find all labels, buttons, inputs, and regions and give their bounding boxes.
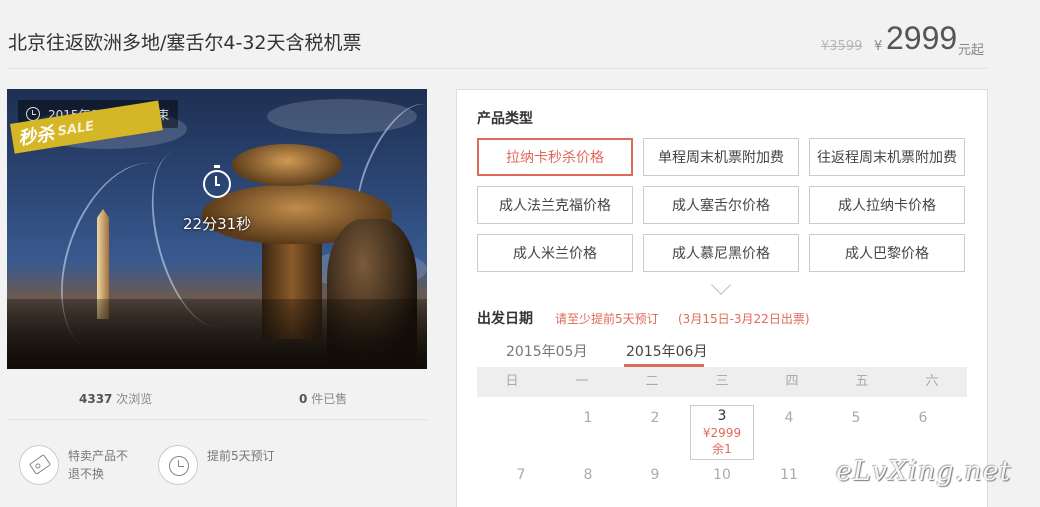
calendar-day: 4 — [784, 410, 794, 426]
type-option-return-weekend-surcharge[interactable]: 往返程周末机票附加费 — [809, 138, 965, 176]
weekday-sun: 日 — [505, 374, 519, 389]
sale-badge-en: SALE — [56, 118, 96, 140]
weekday-fri: 五 — [855, 374, 869, 389]
tag-icon — [19, 445, 59, 485]
calendar-day: 11 — [780, 467, 798, 483]
month-tab-may[interactable]: 2015年05月 — [506, 341, 587, 361]
ticket-window-note: (3月15日-3月22日出票) — [678, 312, 810, 326]
currency-symbol: ¥ — [874, 39, 883, 54]
site-watermark: eLvXing.net — [836, 456, 1012, 487]
sold-stat: 0 件已售 — [299, 390, 347, 407]
calendar-day: 5 — [851, 410, 861, 426]
views-stat: 4337 次浏览 — [79, 390, 152, 407]
sale-price: 2999 — [886, 20, 958, 56]
available-day-number: 3 — [717, 408, 727, 424]
title-divider — [8, 68, 988, 69]
original-price: ¥3599 — [821, 39, 863, 54]
sale-badge-cn: 秒杀 — [16, 123, 56, 150]
weekday-thu: 四 — [785, 374, 799, 389]
weekday-sat: 六 — [925, 374, 939, 389]
views-label: 次浏览 — [116, 392, 153, 406]
sold-count: 0 — [299, 392, 308, 406]
available-day-price: ¥2999 — [702, 426, 742, 440]
type-option-milan[interactable]: 成人米兰价格 — [477, 234, 633, 272]
type-option-paris[interactable]: 成人巴黎价格 — [809, 234, 965, 272]
calendar-day: 1 — [583, 410, 593, 426]
stats-divider — [8, 419, 428, 420]
product-title: 北京往返欧洲多地/塞舌尔4-32天含税机票 — [8, 32, 362, 54]
clock-icon — [158, 445, 198, 485]
type-option-oneway-weekend-surcharge[interactable]: 单程周末机票附加费 — [643, 138, 799, 176]
weekday-mon: 一 — [575, 374, 589, 389]
calendar-day: 10 — [713, 467, 731, 483]
calendar-day: 8 — [583, 467, 593, 483]
weekday-wed: 三 — [715, 374, 729, 389]
weekday-tue: 二 — [645, 374, 659, 389]
weekday-header: 日 一 二 三 四 五 六 — [477, 367, 967, 397]
type-option-larnaca-flash[interactable]: 拉纳卡秒杀价格 — [477, 138, 633, 176]
product-type-heading: 产品类型 — [477, 111, 533, 127]
price-unit: 元起 — [958, 43, 985, 58]
feature-no-refund: 特卖产品不退不换 — [68, 449, 129, 481]
month-tab-june[interactable]: 2015年06月 — [626, 341, 707, 361]
calendar-day: 6 — [918, 410, 928, 426]
views-count: 4337 — [79, 392, 113, 406]
calendar-day: 9 — [650, 467, 660, 483]
type-option-frankfurt[interactable]: 成人法兰克福价格 — [477, 186, 633, 224]
countdown-timer: 22分31秒 — [183, 215, 252, 233]
available-day-stock: 余1 — [712, 442, 732, 456]
calendar-day: 2 — [650, 410, 660, 426]
calendar-day: 7 — [516, 467, 526, 483]
type-option-seychelles[interactable]: 成人塞舌尔价格 — [643, 186, 799, 224]
feature-advance-booking: 提前5天预订 — [207, 449, 275, 463]
type-option-larnaca[interactable]: 成人拉纳卡价格 — [809, 186, 965, 224]
type-option-munich[interactable]: 成人慕尼黑价格 — [643, 234, 799, 272]
departure-heading: 出发日期 — [477, 311, 533, 327]
stopwatch-icon — [203, 165, 231, 198]
sold-label: 件已售 — [311, 392, 348, 406]
advance-booking-note: 请至少提前5天预订 — [555, 312, 659, 326]
